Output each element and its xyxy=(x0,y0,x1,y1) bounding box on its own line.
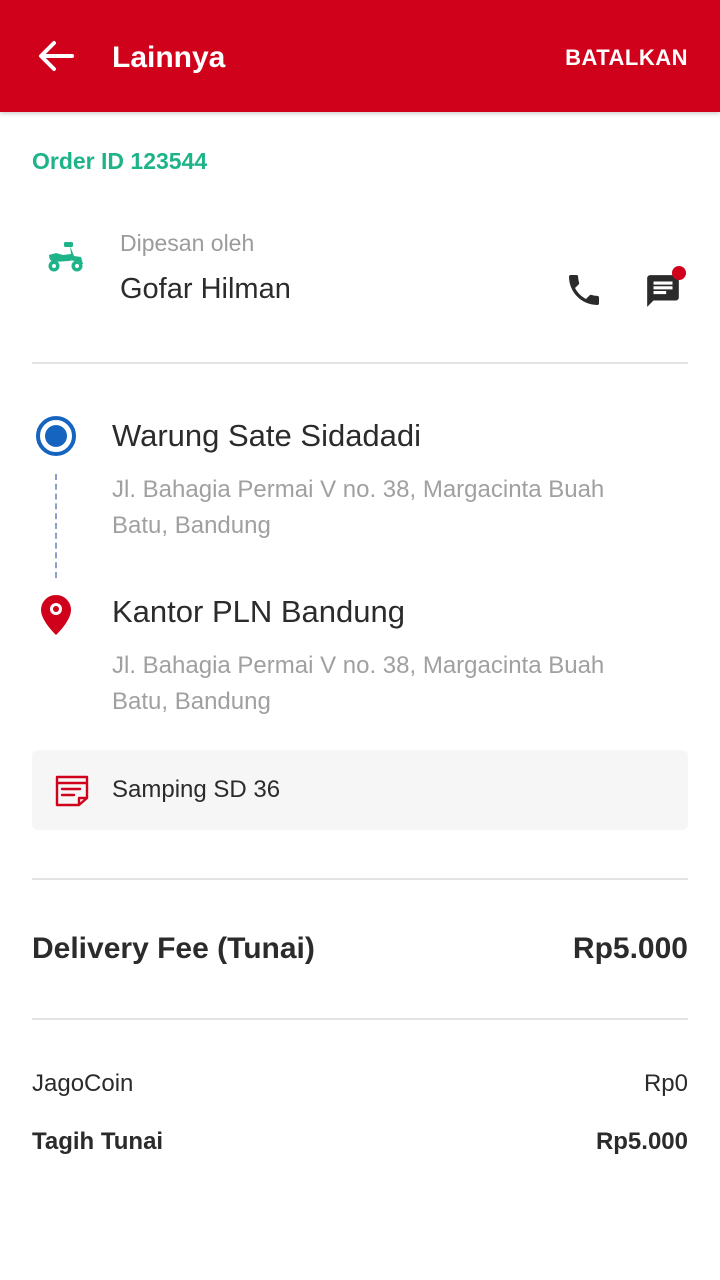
unread-badge xyxy=(672,266,686,280)
tagih-tunai-label: Tagih Tunai xyxy=(32,1128,164,1155)
pickup-address: Jl. Bahagia Permai V no. 38, Margacinta … xyxy=(112,476,605,539)
page-title: Lainnya xyxy=(112,41,226,74)
note-icon xyxy=(55,775,89,807)
route-line xyxy=(55,474,57,578)
chat-button[interactable] xyxy=(644,266,686,310)
jagocoin-label: JagoCoin xyxy=(32,1070,134,1097)
call-button[interactable] xyxy=(564,270,604,310)
tagih-tunai-value: Rp5.000 xyxy=(595,1128,688,1155)
arrow-left-icon xyxy=(39,41,74,71)
note-text: Samping SD 36 xyxy=(112,776,281,803)
cancel-button[interactable]: BATALKAN xyxy=(565,44,688,72)
dropoff-name: Kantor PLN Bandung xyxy=(112,594,405,629)
app-bar: Lainnya BATALKAN xyxy=(0,0,720,112)
dropoff-address: Jl. Bahagia Permai V no. 38, Margacinta … xyxy=(112,652,605,715)
delivery-fee-value: Rp5.000 xyxy=(572,932,688,965)
delivery-note: Samping SD 36 xyxy=(32,750,688,830)
pickup-name: Warung Sate Sidadadi xyxy=(112,418,422,453)
divider xyxy=(32,878,688,880)
scooter-icon xyxy=(48,242,83,272)
delivery-fee-label: Delivery Fee (Tunai) xyxy=(32,932,315,965)
divider xyxy=(32,362,688,364)
customer-name: Gofar Hilman xyxy=(120,273,291,305)
order-id: Order ID 123544 xyxy=(32,148,208,174)
ordered-by-label: Dipesan oleh xyxy=(120,230,255,256)
pickup-marker-icon xyxy=(36,416,76,456)
location-pin-icon xyxy=(41,595,71,635)
phone-icon xyxy=(569,275,599,305)
divider xyxy=(32,1018,688,1020)
back-button[interactable] xyxy=(36,38,76,74)
jagocoin-value: Rp0 xyxy=(643,1070,688,1097)
